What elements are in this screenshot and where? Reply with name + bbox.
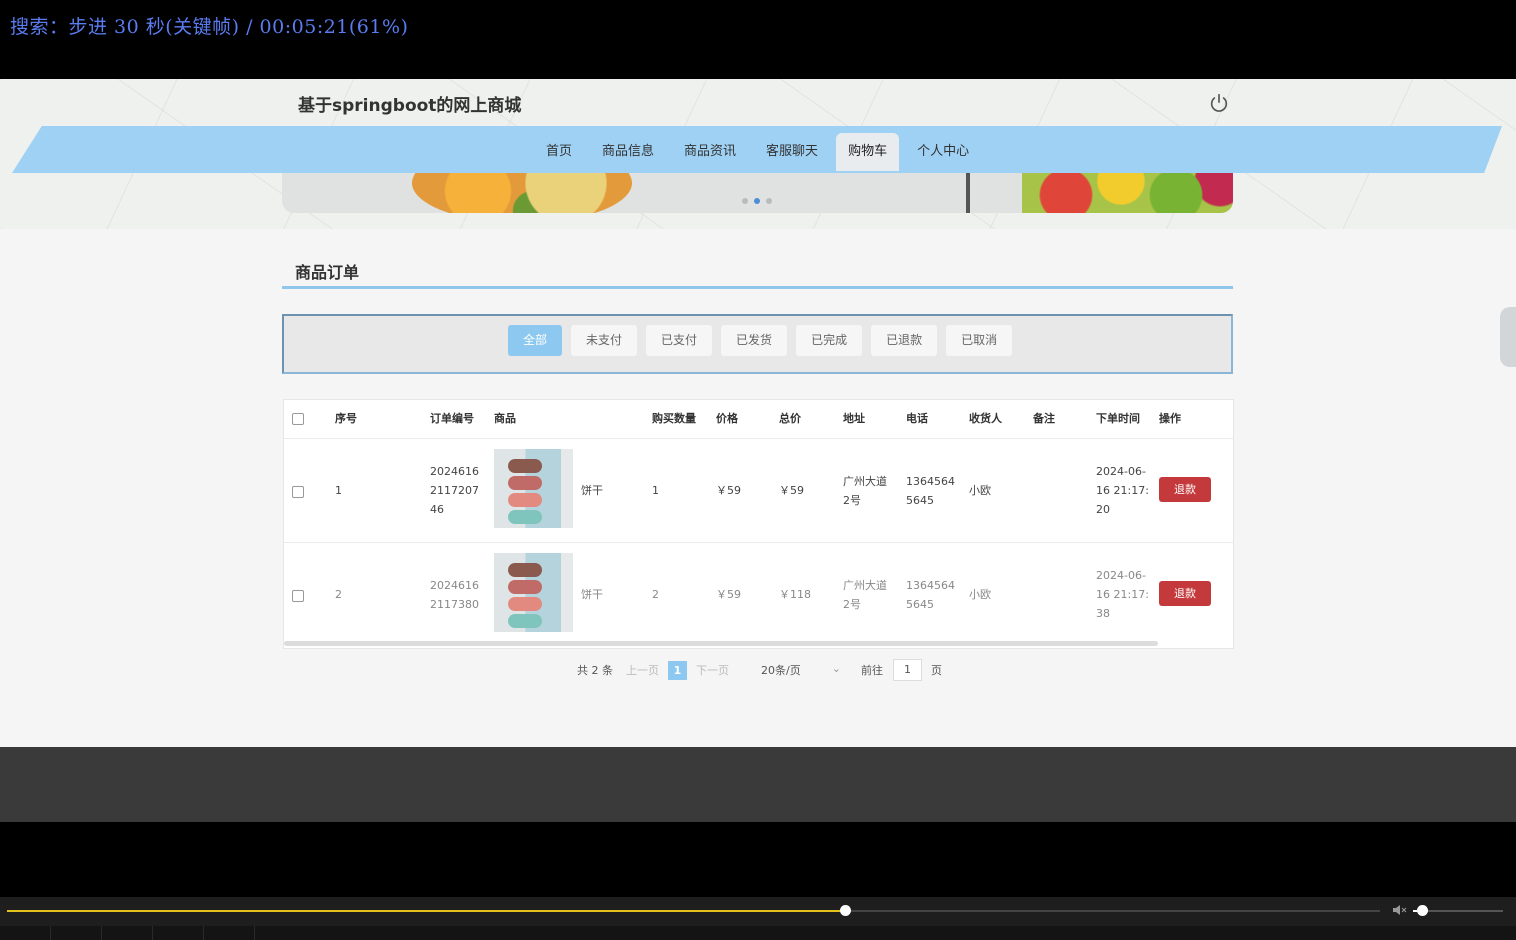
seek-bar-progress — [7, 910, 845, 912]
side-drawer-handle[interactable] — [1500, 307, 1516, 367]
header-time: 下单时间 — [1096, 412, 1140, 425]
filter-completed-button[interactable]: 已完成 — [796, 325, 863, 356]
product-image[interactable] — [494, 553, 573, 632]
phone: 1364564 5645 — [906, 475, 955, 507]
toolbar-slot[interactable] — [153, 926, 204, 940]
address: 广州大道 2号 — [843, 579, 887, 611]
table-row: 1 2024616 2117207 46 饼干 1 ￥59 ￥59 广州大道 2号 1… — [284, 438, 1233, 543]
chevron-down-icon: ⌄ — [831, 662, 841, 675]
filter-unpaid-button[interactable]: 未支付 — [571, 325, 638, 356]
status-filter-bar: 全部 未支付 已支付 已发货 已完成 已退款 已取消 — [282, 314, 1233, 374]
site-footer — [0, 747, 1516, 822]
nav-item-products[interactable]: 商品信息 — [590, 133, 666, 171]
banner-image-left — [412, 173, 632, 213]
prev-page-button[interactable]: 上一页 — [626, 662, 659, 678]
orders-table: 序号 订单编号 商品 购买数量 价格 总价 地址 电话 收货人 备注 下单时间 … — [283, 399, 1234, 649]
volume-slider[interactable] — [1413, 905, 1503, 916]
banner-image-detail — [966, 173, 970, 213]
receiver: 小欧 — [969, 588, 991, 601]
playback-status-text: 搜索：步进 30 秒(关键帧) / 00:05:21(61%) — [10, 16, 409, 38]
total-price: ￥118 — [779, 588, 811, 601]
main-nav: 首页 商品信息 商品资讯 客服聊天 购物车 个人中心 — [534, 133, 987, 171]
nav-item-profile[interactable]: 个人中心 — [905, 133, 981, 171]
horizontal-scrollbar[interactable] — [284, 641, 1158, 646]
banner-image-right — [1022, 173, 1233, 213]
nav-item-home[interactable]: 首页 — [534, 133, 584, 171]
quantity: 2 — [652, 588, 659, 601]
power-icon[interactable] — [1208, 92, 1230, 114]
page-size-value: 20条/页 — [761, 664, 801, 677]
toolbar-slot[interactable] — [51, 926, 102, 940]
nav-item-news[interactable]: 商品资讯 — [672, 133, 748, 171]
next-page-button[interactable]: 下一页 — [696, 662, 729, 678]
page-suffix: 页 — [931, 664, 942, 677]
header-total: 总价 — [779, 412, 801, 425]
order-time: 2024-06- 16 21:17: 38 — [1096, 569, 1149, 620]
row-checkbox[interactable] — [292, 486, 304, 498]
header-note: 备注 — [1033, 412, 1055, 425]
header-action: 操作 — [1159, 412, 1181, 425]
row-index: 1 — [335, 484, 342, 497]
filter-shipped-button[interactable]: 已发货 — [721, 325, 788, 356]
header-phone: 电话 — [906, 412, 928, 425]
price: ￥59 — [716, 484, 741, 497]
header-address: 地址 — [843, 412, 865, 425]
pagination-total: 共 2 条 — [577, 664, 613, 677]
filter-paid-button[interactable]: 已支付 — [646, 325, 713, 356]
page-number-1[interactable]: 1 — [668, 660, 687, 680]
select-all-checkbox[interactable] — [292, 413, 304, 425]
address: 广州大道 2号 — [843, 475, 887, 507]
header-index: 序号 — [335, 412, 357, 425]
pagination: 共 2 条 上一页 1 下一页 20条/页 ⌄ 前往 1 页 — [577, 659, 942, 681]
product-name: 饼干 — [581, 484, 603, 497]
page-title: 商品订单 — [295, 263, 360, 282]
banner-carousel[interactable] — [282, 173, 1233, 213]
row-checkbox[interactable] — [292, 590, 304, 602]
toolbar-slot[interactable] — [102, 926, 153, 940]
volume-handle[interactable] — [1417, 905, 1428, 916]
product-name: 饼干 — [581, 588, 603, 601]
quantity: 1 — [652, 484, 659, 497]
carousel-dot-3[interactable] — [766, 198, 772, 204]
seek-bar[interactable] — [7, 905, 1380, 916]
toolbar-slot[interactable] — [0, 926, 51, 940]
goto-label: 前往 — [861, 664, 883, 677]
bottom-toolbar — [0, 926, 1516, 940]
header-receiver: 收货人 — [969, 412, 1002, 425]
goto-page-input[interactable]: 1 — [893, 659, 922, 681]
order-number: 2024616 2117380 — [430, 579, 479, 611]
carousel-dot-1[interactable] — [742, 198, 748, 204]
page-size-select[interactable]: 20条/页 ⌄ — [761, 662, 841, 678]
seek-handle[interactable] — [839, 905, 851, 916]
refund-button[interactable]: 退款 — [1159, 477, 1211, 502]
web-page: 基于springboot的网上商城 首页 商品信息 商品资讯 客服聊天 购物车 … — [0, 79, 1516, 747]
refund-button[interactable]: 退款 — [1159, 581, 1211, 606]
header-order-no: 订单编号 — [430, 412, 474, 425]
nav-item-chat[interactable]: 客服聊天 — [754, 133, 830, 171]
order-number: 2024616 2117207 46 — [430, 465, 479, 516]
receiver: 小欧 — [969, 484, 991, 497]
nav-item-cart[interactable]: 购物车 — [836, 133, 900, 171]
phone: 1364564 5645 — [906, 579, 955, 611]
speaker-icon[interactable] — [1393, 904, 1407, 916]
title-divider — [282, 286, 1233, 289]
order-time: 2024-06- 16 21:17: 20 — [1096, 465, 1149, 516]
filter-all-button[interactable]: 全部 — [508, 325, 563, 356]
header-price: 价格 — [716, 412, 738, 425]
table-row: 2 2024616 2117380 饼干 2 ￥59 ￥118 广州大道 2号 13… — [284, 542, 1233, 647]
carousel-indicators — [742, 198, 772, 204]
total-price: ￥59 — [779, 484, 804, 497]
filter-refunded-button[interactable]: 已退款 — [871, 325, 938, 356]
row-index: 2 — [335, 588, 342, 601]
site-title: 基于springboot的网上商城 — [298, 96, 522, 116]
header-qty: 购买数量 — [652, 412, 696, 425]
toolbar-slot[interactable] — [204, 926, 255, 940]
product-image[interactable] — [494, 449, 573, 528]
price: ￥59 — [716, 588, 741, 601]
carousel-dot-2[interactable] — [754, 198, 760, 204]
header-product: 商品 — [494, 412, 516, 425]
filter-cancelled-button[interactable]: 已取消 — [946, 325, 1013, 356]
